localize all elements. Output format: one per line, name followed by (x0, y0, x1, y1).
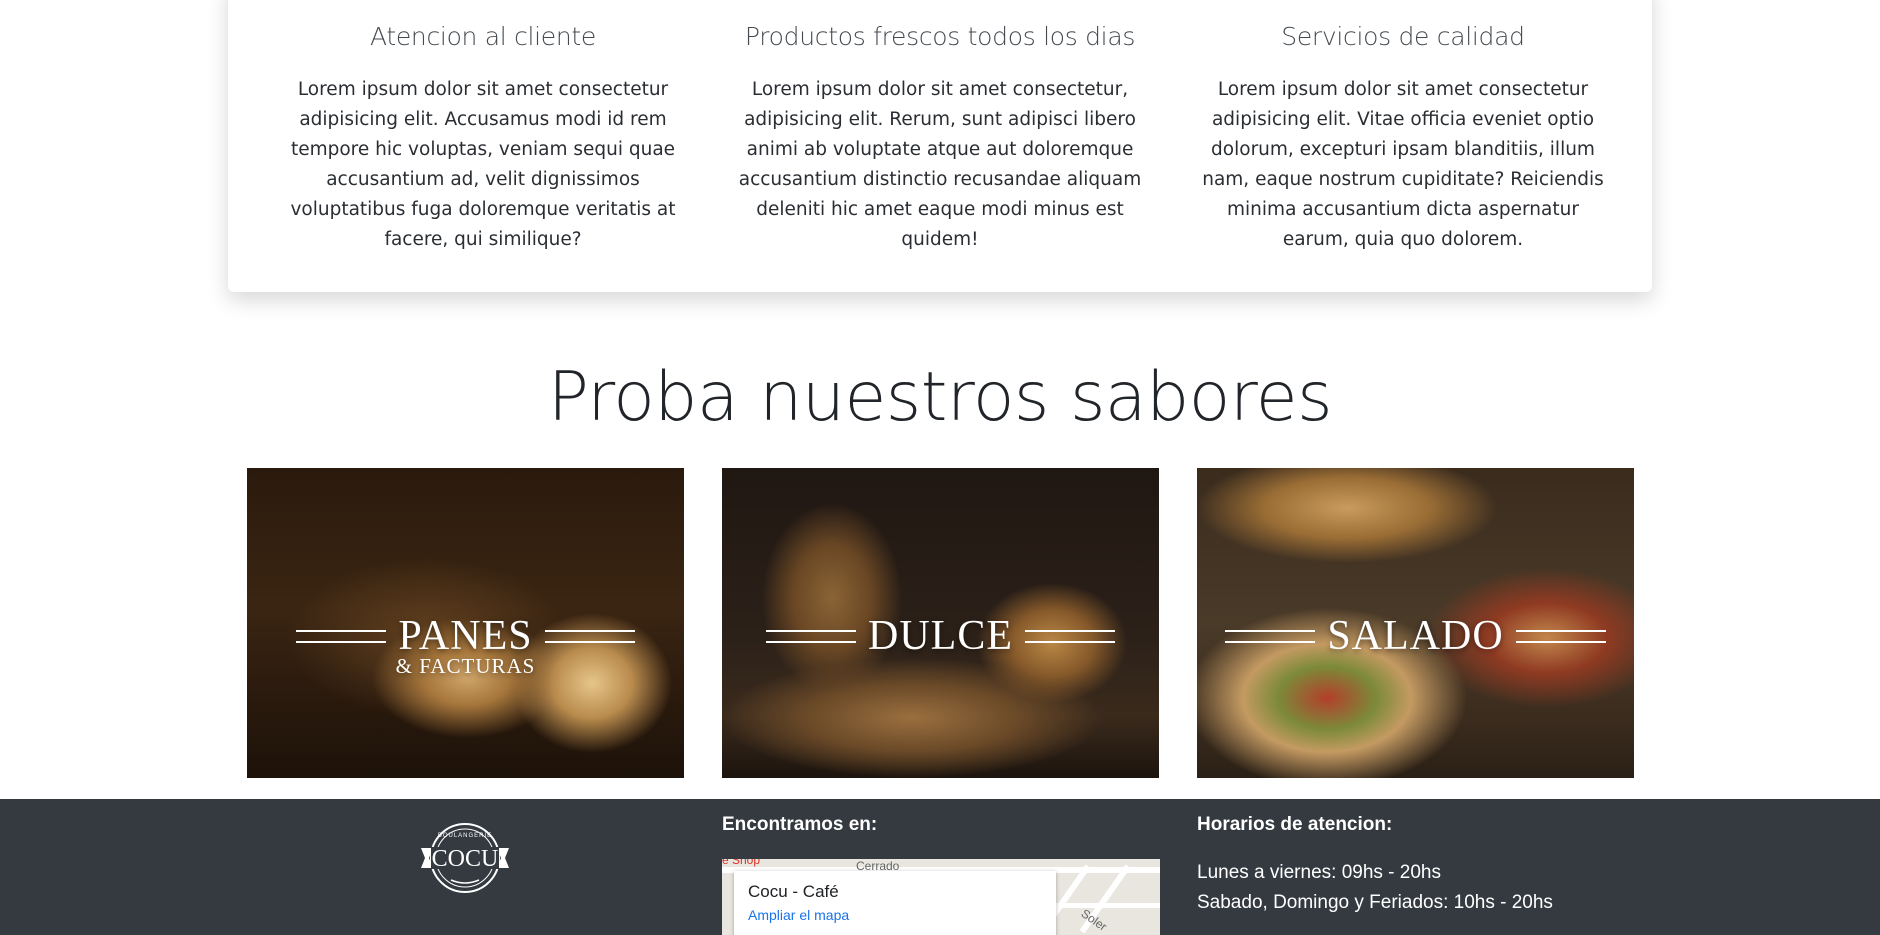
tile-panes-facturas[interactable]: PANES & FACTURAS (247, 468, 684, 778)
hours-heading: Horarios de atencion: (1197, 814, 1393, 835)
decorative-lines (1515, 629, 1606, 643)
feature-customer-service: Atencion al cliente Lorem ipsum dolor si… (268, 0, 698, 255)
decorative-lines (1025, 629, 1115, 643)
map-place-name: Cocu - Café (748, 882, 839, 901)
flavors-heading: Proba nuestros sabores (547, 358, 1333, 437)
tile-subtitle: & FACTURAS (395, 654, 536, 678)
feature-title: Productos frescos todos los dias (744, 22, 1136, 51)
hours-weekends: Sabado, Domingo y Feriados: 10hs - 20hs (1197, 892, 1553, 913)
svg-text:BOULANGERIE: BOULANGERIE (438, 833, 492, 839)
feature-description: Lorem ipsum dolor sit amet consectetur a… (290, 79, 676, 250)
decorative-lines (766, 629, 856, 643)
tile-title: SALADO (1327, 613, 1504, 659)
tile-label: DULCE (722, 613, 1159, 659)
enlarge-map-link[interactable]: Ampliar el mapa (748, 907, 849, 923)
decorative-lines (1225, 629, 1316, 643)
map-place-label: e Shop (722, 859, 761, 867)
location-heading: Encontramos en: (722, 814, 878, 835)
features-card: Atencion al cliente Lorem ipsum dolor si… (228, 0, 1652, 292)
tile-title: DULCE (868, 613, 1013, 659)
hours-weekdays: Lunes a viernes: 09hs - 20hs (1197, 862, 1441, 883)
feature-description: Lorem ipsum dolor sit amet consectetur a… (1202, 79, 1604, 250)
cocu-logo: COCU BOULANGERIE (421, 823, 509, 893)
tile-salado[interactable]: SALADO (1197, 468, 1634, 778)
tile-label: PANES (247, 613, 684, 659)
footer: COCU BOULANGERIE Encontramos en: e Shop … (0, 799, 1880, 935)
embedded-map[interactable]: e Shop Cerrado Soler Cocu - Café Ampliar… (722, 859, 1160, 935)
feature-title: Atencion al cliente (369, 22, 597, 51)
tile-dulce[interactable]: DULCE (722, 468, 1159, 778)
page: Atencion al cliente Lorem ipsum dolor si… (0, 0, 1880, 935)
feature-description: Lorem ipsum dolor sit amet consectetur, … (738, 79, 1142, 250)
feature-quality-service: Servicios de calidad Lorem ipsum dolor s… (1188, 0, 1618, 255)
feature-title: Servicios de calidad (1281, 22, 1525, 51)
feature-fresh-products: Productos frescos todos los dias Lorem i… (725, 0, 1155, 255)
decorative-lines (544, 629, 635, 643)
decorative-lines (296, 629, 387, 643)
map-info-card: Cocu - Café Ampliar el mapa (734, 871, 1056, 935)
tile-label: SALADO (1197, 613, 1634, 659)
tile-title: PANES (398, 613, 533, 659)
svg-text:COCU: COCU (432, 846, 499, 872)
